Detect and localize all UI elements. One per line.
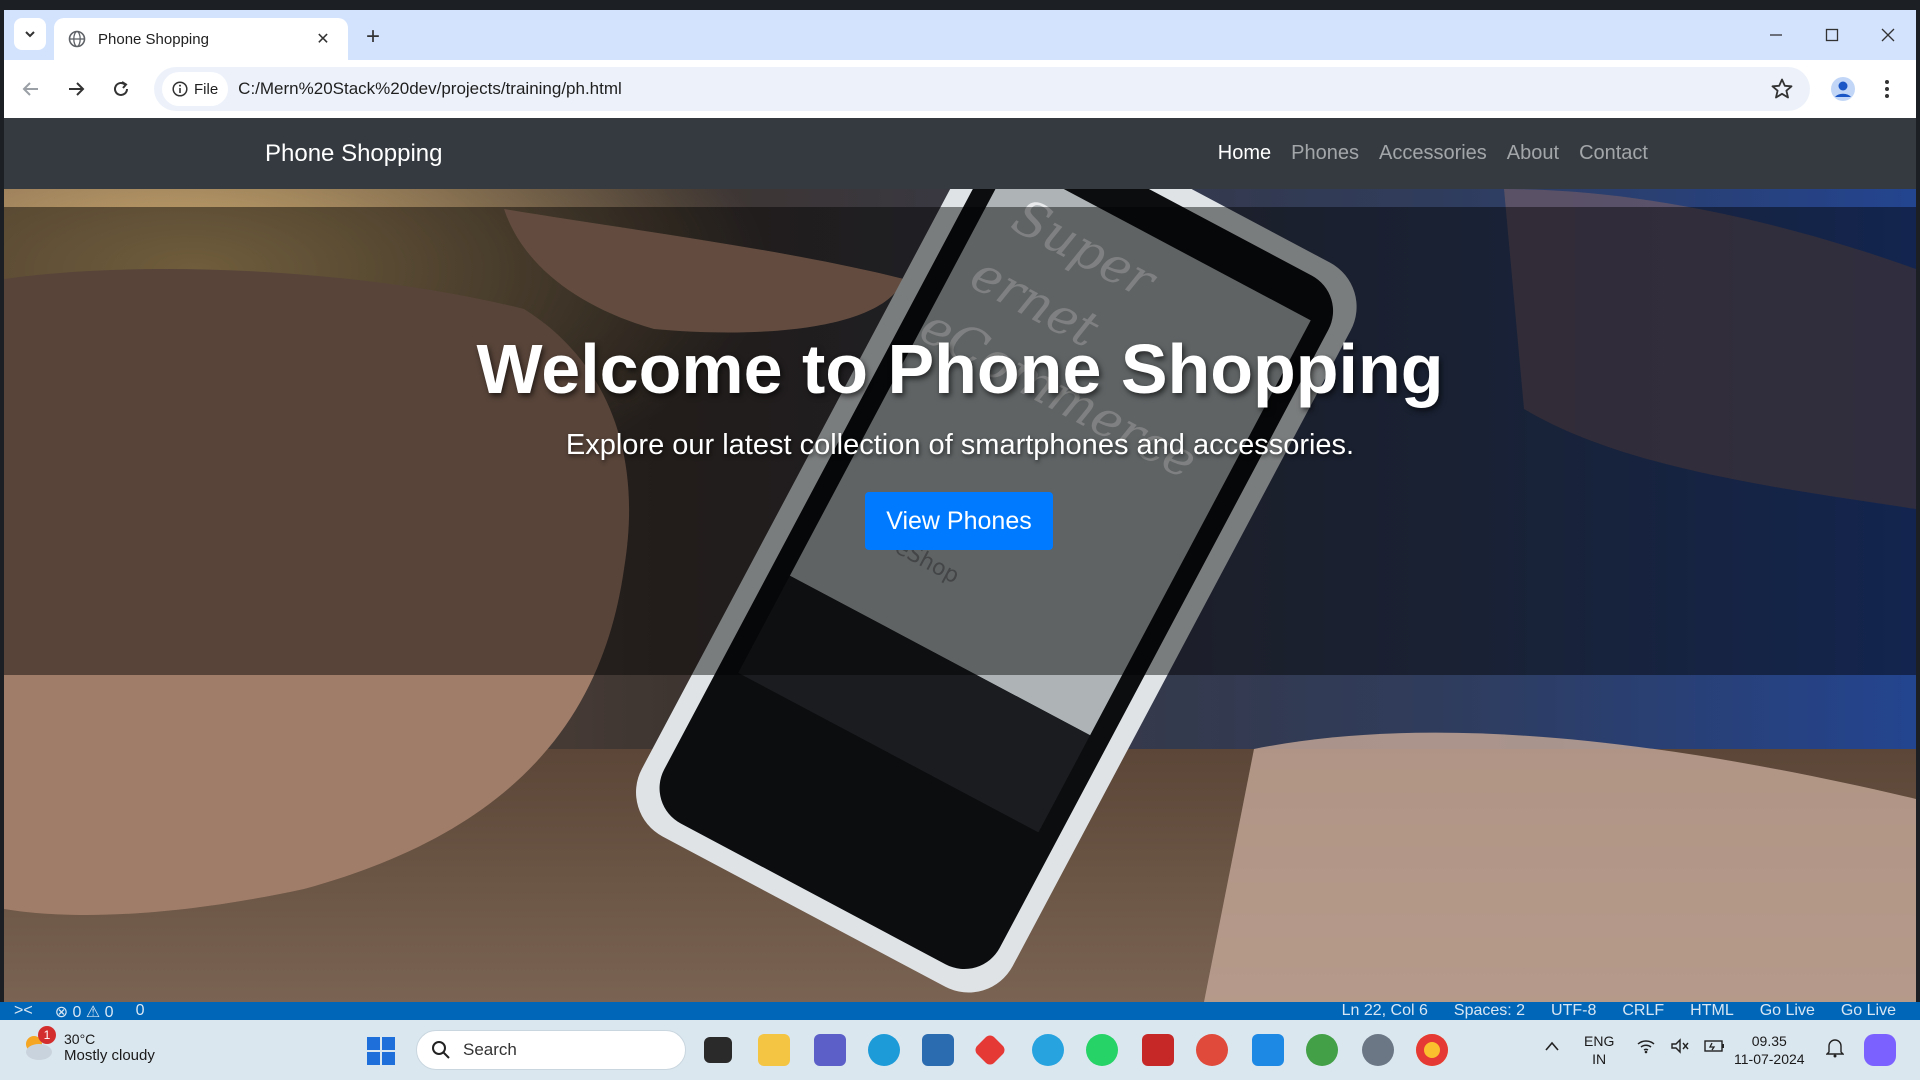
- profile-button[interactable]: [1826, 72, 1860, 106]
- language-indicator[interactable]: ENG IN: [1584, 1032, 1614, 1068]
- cloudy-weather-icon: 1: [20, 1026, 56, 1064]
- reload-icon: [114, 81, 128, 96]
- close-window-button[interactable]: [1866, 20, 1910, 50]
- site-chip-label: File: [194, 80, 219, 98]
- arrow-right-icon: [69, 82, 85, 96]
- site-info-chip[interactable]: File: [162, 72, 229, 106]
- chrome-profile-icon[interactable]: [1196, 1034, 1228, 1066]
- settings-icon[interactable]: [1362, 1034, 1394, 1066]
- pinned-app-icon[interactable]: [1032, 1034, 1064, 1066]
- battery-icon: [1704, 1040, 1724, 1052]
- teams-icon[interactable]: [814, 1034, 846, 1066]
- chevron-down-icon: [25, 31, 35, 38]
- hero-subtitle: Explore our latest collection of smartph…: [565, 429, 1355, 461]
- address-bar[interactable]: File C:/Mern%20Stack%20dev/projects/trai…: [154, 67, 1810, 111]
- site-navbar: Phone Shopping Home Phones Accessories A…: [4, 118, 1916, 189]
- go-live-button-2[interactable]: Go Live: [1841, 1002, 1896, 1020]
- bookmark-star-icon[interactable]: [1770, 77, 1794, 101]
- search-icon: [432, 1041, 450, 1059]
- nav-link-phones[interactable]: Phones: [1291, 142, 1359, 165]
- avatar-icon: [1831, 77, 1855, 101]
- nav-links: Home Phones Accessories About Contact: [1218, 142, 1648, 165]
- notifications-button[interactable]: [1825, 1038, 1845, 1062]
- minimize-icon: [1770, 34, 1782, 36]
- windows-start-icon[interactable]: [366, 1036, 396, 1066]
- edge-icon[interactable]: [868, 1034, 900, 1066]
- problems-indicator[interactable]: ⊗ 0 ⚠ 0: [55, 1002, 114, 1020]
- go-live-button[interactable]: Go Live: [1760, 1002, 1815, 1020]
- navbar-brand[interactable]: Phone Shopping: [265, 140, 443, 168]
- remote-indicator-icon[interactable]: ><: [14, 1002, 33, 1020]
- tab-title: Phone Shopping: [98, 30, 209, 48]
- taskbar-search-placeholder: Search: [463, 1040, 517, 1059]
- url-text[interactable]: C:/Mern%20Stack%20dev/projects/training/…: [238, 79, 622, 99]
- app-diamond-icon[interactable]: [973, 1033, 1007, 1067]
- info-icon: [172, 81, 188, 97]
- cursor-position[interactable]: Ln 22, Col 6: [1342, 1002, 1428, 1020]
- chevron-up-icon: [1545, 1041, 1559, 1051]
- system-tray-icons[interactable]: [1636, 1038, 1726, 1054]
- close-icon: [1881, 28, 1895, 42]
- clock-date: 11-07-2024: [1734, 1051, 1805, 1067]
- globe-icon: [68, 30, 86, 48]
- page-viewport: Phone Shopping Home Phones Accessories A…: [4, 118, 1916, 1002]
- close-tab-icon[interactable]: ✕: [312, 28, 334, 50]
- line-ending[interactable]: CRLF: [1622, 1002, 1664, 1020]
- nav-link-home[interactable]: Home: [1218, 142, 1271, 165]
- weather-desc: Mostly cloudy: [64, 1046, 155, 1064]
- browser-chrome: Phone Shopping ✕ + File C:/Mern%20Stack%…: [4, 10, 1916, 118]
- language-line2: IN: [1592, 1051, 1607, 1067]
- store-icon[interactable]: [922, 1034, 954, 1066]
- nav-link-accessories[interactable]: Accessories: [1379, 142, 1487, 165]
- encoding[interactable]: UTF-8: [1551, 1002, 1596, 1020]
- show-hidden-icons-button[interactable]: [1544, 1038, 1560, 1056]
- new-tab-button[interactable]: +: [358, 22, 388, 52]
- back-button[interactable]: [14, 72, 48, 106]
- ports-indicator[interactable]: 0: [136, 1002, 145, 1020]
- windows-taskbar: 1 30°C Mostly cloudy Search ENG IN 09.35: [0, 1020, 1920, 1080]
- arrow-left-icon: [22, 82, 38, 96]
- file-explorer-icon[interactable]: [758, 1034, 790, 1066]
- maximize-icon: [1825, 28, 1839, 42]
- clock-time: 09.35: [1751, 1033, 1787, 1049]
- vscode-icon[interactable]: [1252, 1034, 1284, 1066]
- hero-title: Welcome to Phone Shopping: [476, 330, 1444, 408]
- chrome-icon[interactable]: [1416, 1034, 1448, 1066]
- speaker-muted-icon: [1671, 1038, 1689, 1054]
- bell-icon: [1825, 1039, 1845, 1058]
- tab-strip: Phone Shopping ✕ +: [4, 10, 1916, 60]
- clock[interactable]: 09.35 11-07-2024: [1734, 1032, 1805, 1068]
- maximize-button[interactable]: [1810, 20, 1854, 50]
- nav-link-about[interactable]: About: [1507, 142, 1559, 165]
- taskbar-search[interactable]: Search: [416, 1030, 686, 1070]
- wifi-icon: [1637, 1040, 1655, 1054]
- weather-temp: 30°C: [64, 1030, 96, 1047]
- weather-alert-badge: 1: [38, 1026, 56, 1044]
- minimize-button[interactable]: [1754, 20, 1798, 50]
- kebab-menu-icon: [1885, 80, 1889, 98]
- weather-widget[interactable]: 1 30°C Mostly cloudy: [20, 1026, 155, 1064]
- language-line1: ENG: [1584, 1033, 1615, 1049]
- editor-status-bar: >< ⊗ 0 ⚠ 0 0 Ln 22, Col 6 Spaces: 2 UTF-…: [0, 1002, 1920, 1020]
- indentation[interactable]: Spaces: 2: [1454, 1002, 1525, 1020]
- forward-button[interactable]: [59, 72, 93, 106]
- view-phones-button[interactable]: View Phones: [865, 492, 1053, 550]
- language-mode[interactable]: HTML: [1690, 1002, 1734, 1020]
- reload-button[interactable]: [104, 72, 138, 106]
- whatsapp-icon[interactable]: [1086, 1034, 1118, 1066]
- hero-section: Super ernet eCommerce eShop Welcome to P…: [4, 189, 1916, 1002]
- copilot-icon[interactable]: [1864, 1034, 1896, 1066]
- nav-link-contact[interactable]: Contact: [1579, 142, 1648, 165]
- chrome-dev-icon[interactable]: [1306, 1034, 1338, 1066]
- browser-toolbar: File C:/Mern%20Stack%20dev/projects/trai…: [4, 60, 1916, 118]
- tab-search-button[interactable]: [14, 18, 46, 50]
- active-tab[interactable]: Phone Shopping ✕: [54, 18, 348, 60]
- mcafee-icon[interactable]: [1142, 1034, 1174, 1066]
- task-view-icon[interactable]: [704, 1037, 732, 1063]
- browser-menu-button[interactable]: [1872, 72, 1902, 106]
